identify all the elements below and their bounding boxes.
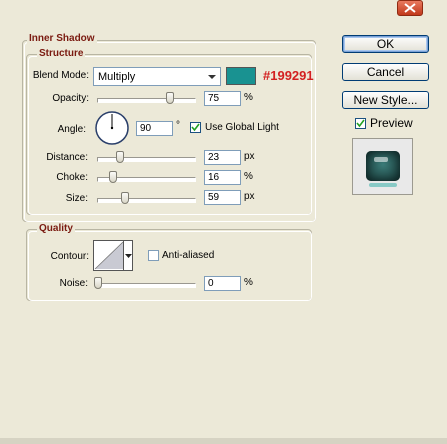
opacity-input[interactable]: 75 (204, 91, 241, 106)
noise-slider-track[interactable] (97, 283, 196, 288)
distance-unit: px (244, 151, 255, 162)
distance-slider-thumb[interactable] (116, 151, 124, 163)
noise-unit: % (244, 277, 253, 288)
preview-swatch (366, 151, 400, 181)
choke-label: Choke: (56, 172, 88, 183)
size-input[interactable]: 59 (204, 190, 241, 205)
preview-label: Preview (370, 116, 413, 130)
chevron-down-icon (208, 75, 216, 79)
size-slider-thumb[interactable] (121, 192, 129, 204)
use-global-light-label: Use Global Light (205, 122, 279, 133)
noise-label: Noise: (59, 278, 88, 289)
checkmark-icon (356, 119, 365, 128)
distance-label: Distance: (46, 152, 88, 163)
quality-frame (26, 229, 312, 301)
contour-linear-icon (94, 241, 124, 270)
size-label: Size: (65, 193, 88, 204)
preview-glow (369, 183, 397, 187)
angle-dial[interactable] (94, 110, 130, 146)
opacity-slider-thumb[interactable] (165, 92, 174, 104)
choke-slider-thumb[interactable] (109, 171, 117, 183)
opacity-unit: % (244, 92, 253, 103)
angle-unit: ° (176, 120, 180, 131)
structure-legend: Structure (37, 48, 86, 59)
angle-label: Angle: (57, 124, 86, 135)
shadow-color-swatch[interactable] (226, 67, 256, 85)
preview-highlight (374, 157, 388, 162)
use-global-light-checkbox[interactable] (190, 122, 201, 133)
size-unit: px (244, 191, 255, 202)
angle-input[interactable]: 90 (136, 121, 173, 136)
dialog-top-strip (0, 0, 447, 18)
close-icon (404, 3, 416, 13)
noise-input[interactable]: 0 (204, 276, 241, 291)
blend-mode-select[interactable]: Multiply (93, 67, 221, 86)
color-hex-annotation: #199291 (263, 68, 314, 83)
cancel-button[interactable]: Cancel (342, 63, 429, 81)
blend-mode-label: Blend Mode: (32, 70, 89, 81)
section-title: Inner Shadow (27, 33, 97, 44)
style-preview (352, 138, 413, 195)
noise-slider-thumb[interactable] (94, 277, 102, 289)
size-slider-track[interactable] (97, 198, 196, 203)
opacity-slider-track[interactable] (97, 98, 196, 103)
ok-button[interactable]: OK (342, 35, 429, 53)
dialog-bottom-edge (0, 438, 447, 444)
contour-label: Contour: (50, 251, 89, 262)
distance-slider-track[interactable] (97, 157, 196, 162)
new-style-button[interactable]: New Style... (342, 91, 429, 109)
anti-aliased-checkbox[interactable] (148, 250, 159, 261)
blend-mode-value: Multiply (98, 71, 136, 83)
choke-input[interactable]: 16 (204, 170, 241, 185)
anti-aliased-label: Anti-aliased (162, 250, 215, 261)
close-button[interactable] (397, 0, 423, 16)
checkmark-icon (191, 123, 200, 132)
quality-legend: Quality (37, 223, 75, 234)
chevron-down-icon (125, 254, 132, 258)
distance-input[interactable]: 23 (204, 150, 241, 165)
opacity-label: Opacity: (52, 93, 89, 104)
contour-picker[interactable] (93, 240, 133, 271)
preview-checkbox[interactable] (355, 118, 366, 129)
choke-unit: % (244, 171, 253, 182)
